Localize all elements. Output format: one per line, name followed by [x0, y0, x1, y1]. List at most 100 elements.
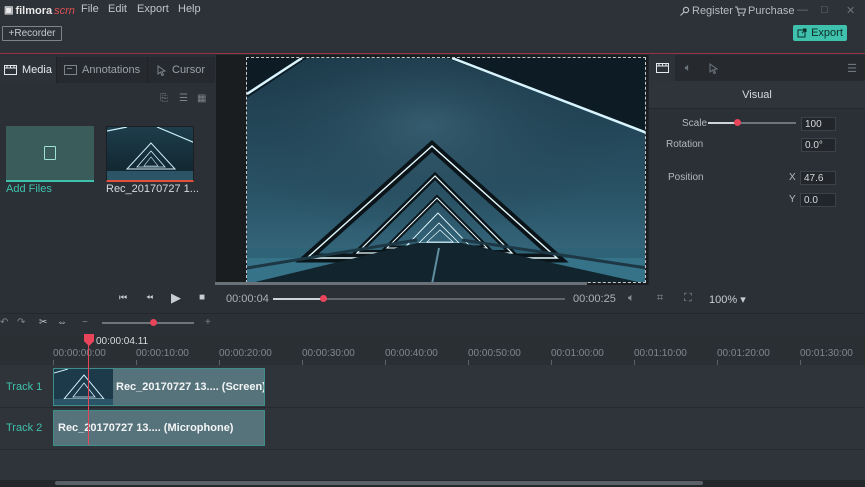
position-y-input[interactable]: 0.0 — [800, 193, 836, 207]
playhead-line[interactable] — [88, 345, 89, 445]
key-icon — [680, 6, 690, 16]
step-back-icon[interactable]: ⏪︎ — [146, 292, 153, 303]
preview-viewer[interactable] — [246, 57, 646, 283]
tab-annotations[interactable]: Annotations — [58, 57, 148, 83]
scale-label: Scale — [682, 118, 708, 129]
position-label: Position — [668, 172, 704, 183]
register-label: Register — [692, 5, 733, 17]
ruler-label: 00:00:20:00 — [219, 348, 272, 359]
add-file-icon — [44, 146, 56, 160]
tab-media-label: Media — [22, 64, 52, 76]
zoom-in-icon[interactable]: + — [205, 317, 211, 328]
tab-annotations-label: Annotations — [82, 64, 141, 76]
tab-visual[interactable] — [649, 55, 675, 81]
add-files-tile[interactable] — [6, 126, 94, 182]
clip-thumbnail-image — [54, 369, 113, 405]
ruler-label: 00:00:10:00 — [136, 348, 189, 359]
top-toolbar — [0, 22, 865, 54]
purchase-label: Purchase — [748, 5, 795, 17]
scale-slider-handle[interactable] — [734, 119, 741, 126]
tab-cursor-label: Cursor — [172, 64, 206, 76]
cursor-icon — [157, 64, 167, 76]
zoom-dropdown[interactable]: 100% ▾ — [709, 293, 746, 306]
zoom-out-icon[interactable]: − — [82, 317, 88, 328]
logo-text: filmora — [15, 4, 53, 17]
thumbnail-image — [107, 127, 193, 180]
menu-help[interactable]: Help — [178, 3, 201, 15]
fit-icon[interactable]: ⇔ — [57, 317, 67, 328]
skip-back-icon[interactable]: ⏮ — [119, 292, 127, 303]
tab-media[interactable]: Media — [0, 57, 57, 83]
ruler-label: 00:00:30:00 — [302, 348, 355, 359]
film-icon: ▣ — [4, 5, 14, 16]
screen-clip-label: Rec_20170727 13.... (Screen) — [116, 381, 265, 393]
fullscreen-icon[interactable]: ⛶ — [684, 292, 692, 305]
scale-input[interactable]: 100 — [801, 117, 836, 131]
close-icon[interactable]: ✕ — [846, 4, 855, 17]
ruler-label: 00:01:10:00 — [634, 348, 687, 359]
timeline-zoom-slider[interactable] — [102, 322, 194, 324]
stop-icon[interactable]: ■ — [199, 292, 205, 303]
export-label: Export — [811, 27, 843, 39]
tab-cursor[interactable]: Cursor — [149, 57, 215, 83]
timeline-zoom-handle[interactable] — [150, 319, 157, 326]
play-icon[interactable]: ▶ — [171, 290, 181, 306]
grid-view-icon[interactable]: ▦ — [197, 93, 206, 104]
track-1-label: Track 1 — [6, 381, 43, 393]
speaker-icon: 🔈︎ — [684, 61, 692, 74]
ruler-label: 00:01:00:00 — [551, 348, 604, 359]
minimize-icon[interactable]: — — [797, 4, 808, 16]
import-icon[interactable]: ⎘ — [160, 93, 168, 104]
cursor-icon — [709, 62, 719, 74]
rotation-input[interactable]: 0.0° — [801, 138, 836, 152]
media-item-label: Rec_20170727 1... — [106, 183, 199, 195]
ruler-label: 00:01:20:00 — [717, 348, 770, 359]
media-tabs: Media Annotations Cursor — [0, 57, 215, 83]
add-files-label[interactable]: Add Files — [6, 183, 52, 195]
volume-icon[interactable]: 🔈︎ — [628, 292, 635, 305]
position-y-label: Y — [789, 194, 796, 205]
ruler-label: 00:00:40:00 — [385, 348, 438, 359]
tab-cursor-effects[interactable] — [701, 55, 727, 81]
properties-tabs: 🔈︎ ☰ — [649, 55, 865, 81]
menu-edit[interactable]: Edit — [108, 3, 127, 15]
export-icon — [797, 28, 807, 38]
position-x-label: X — [789, 172, 796, 183]
panel-menu-icon[interactable]: ☰ — [839, 55, 865, 81]
playhead-time: 00:00:04.11 — [96, 336, 149, 347]
export-button[interactable]: Export — [793, 25, 847, 41]
maximize-icon[interactable]: □ — [821, 4, 828, 16]
annotation-icon — [64, 65, 77, 75]
register-link[interactable]: Register — [679, 5, 733, 17]
playback-handle[interactable] — [320, 295, 327, 302]
cart-icon — [735, 5, 746, 16]
undo-icon[interactable]: ↶ — [0, 317, 8, 328]
microphone-clip[interactable]: Rec_20170727 13.... (Microphone) — [53, 410, 265, 446]
microphone-clip-label: Rec_20170727 13.... (Microphone) — [58, 422, 234, 434]
screen-clip-thumbnail — [54, 369, 113, 405]
current-time: 00:00:04 — [226, 293, 269, 305]
crop-icon[interactable]: ⌗ — [657, 292, 663, 305]
track-2-label: Track 2 — [6, 422, 43, 434]
tab-audio[interactable]: 🔈︎ — [675, 55, 701, 81]
rotation-label: Rotation — [666, 139, 704, 150]
ruler-label: 00:00:50:00 — [468, 348, 521, 359]
timeline-toolbar — [0, 313, 865, 335]
media-thumbnail[interactable] — [106, 126, 194, 182]
redo-icon[interactable]: ↷ — [17, 317, 25, 328]
menu-file[interactable]: File — [81, 3, 99, 15]
film-icon — [655, 63, 669, 73]
recorder-button[interactable]: +Recorder — [2, 26, 62, 41]
timeline-scrollbar[interactable] — [55, 481, 703, 485]
properties-title: Visual — [649, 81, 865, 109]
position-x-input[interactable]: 47.6 — [800, 171, 836, 185]
app-logo: ▣ filmora scrn — [4, 3, 75, 18]
split-icon[interactable]: ✂ — [39, 317, 47, 328]
total-time: 00:00:25 — [573, 293, 616, 305]
preview-frame — [247, 58, 645, 282]
menu-export[interactable]: Export — [137, 3, 169, 15]
purchase-link[interactable]: Purchase — [734, 5, 794, 17]
film-icon — [4, 65, 17, 75]
playback-progress-fill — [273, 298, 324, 300]
list-view-icon[interactable]: ☰ — [179, 93, 188, 104]
